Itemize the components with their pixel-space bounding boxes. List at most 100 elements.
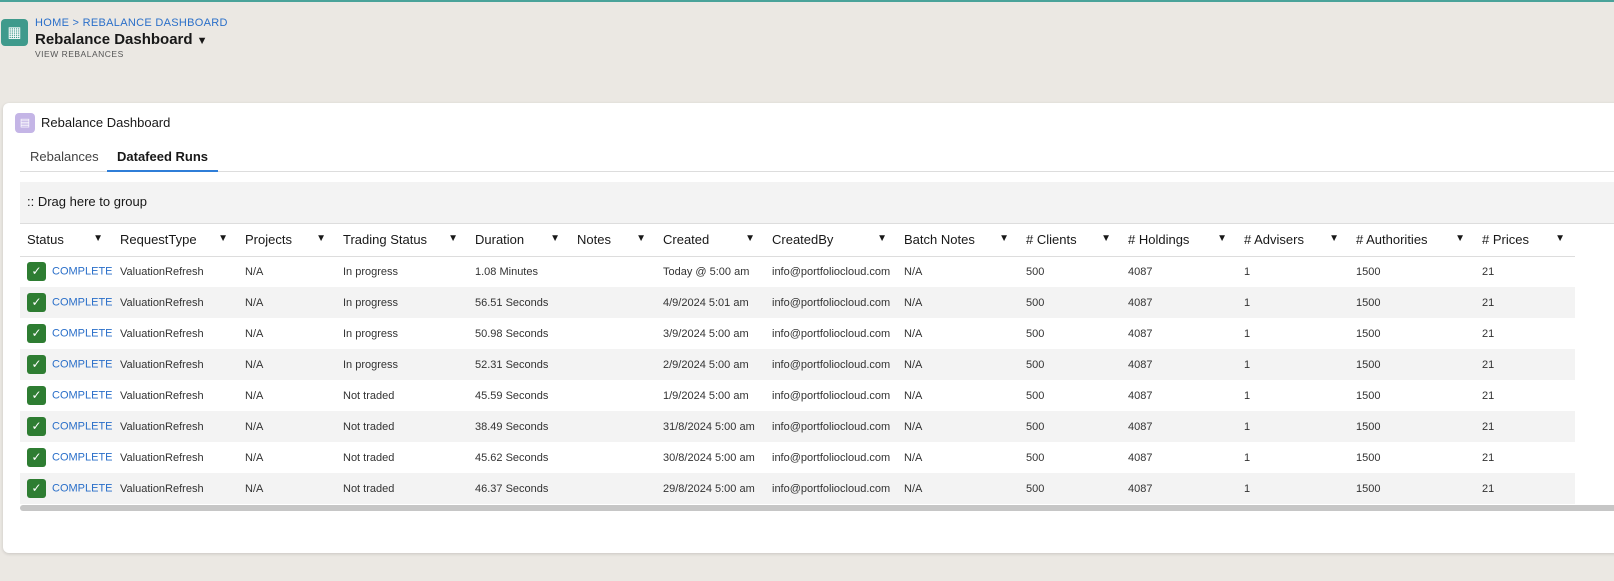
column-label: RequestType (120, 232, 197, 248)
table-cell: 4087 (1121, 473, 1237, 504)
column-header[interactable]: CreatedBy ▼ (765, 224, 897, 257)
filter-icon[interactable]: ▼ (93, 233, 103, 244)
filter-icon[interactable]: ▼ (999, 233, 1009, 244)
column-header[interactable]: Created ▼ (656, 224, 765, 257)
table-cell: info@portfoliocloud.com (765, 473, 897, 504)
table-cell: N/A (904, 389, 923, 402)
table-cell: 1500 (1356, 389, 1381, 402)
tab-bar: Rebalances Datafeed Runs (20, 143, 1614, 172)
table-cell: ✓ COMPLETE (20, 318, 113, 349)
column-label: Trading Status (343, 232, 428, 248)
column-header[interactable]: Batch Notes ▼ (897, 224, 1019, 257)
tab-rebalances[interactable]: Rebalances (30, 149, 99, 172)
table-cell: ✓ COMPLETE (20, 349, 113, 380)
column-label: Projects (245, 232, 292, 248)
filter-icon[interactable]: ▼ (550, 233, 560, 244)
table-cell: 1500 (1349, 411, 1475, 442)
status-link[interactable]: COMPLETE (52, 328, 113, 340)
table-cell (570, 318, 656, 349)
table-cell: info@portfoliocloud.com (772, 451, 891, 464)
filter-icon[interactable]: ▼ (1555, 233, 1565, 244)
breadcrumb[interactable]: HOME > REBALANCE DASHBOARD (35, 17, 228, 29)
status-link[interactable]: COMPLETE (52, 421, 113, 433)
column-header[interactable]: RequestType ▼ (113, 224, 238, 257)
table-row[interactable]: ✓ COMPLETE ValuationRefresh N/A Not traded 45… (20, 442, 1575, 473)
column-header[interactable]: # Prices ▼ (1475, 224, 1575, 257)
column-label: Notes (577, 232, 611, 248)
table-cell: info@portfoliocloud.com (765, 287, 897, 318)
table-cell: N/A (897, 473, 1019, 504)
filter-icon[interactable]: ▼ (448, 233, 458, 244)
filter-icon[interactable]: ▼ (1101, 233, 1111, 244)
column-header[interactable]: Notes ▼ (570, 224, 656, 257)
table-cell: 500 (1019, 349, 1121, 380)
check-icon: ✓ (27, 386, 46, 405)
table-cell: 500 (1026, 451, 1045, 464)
table-cell: N/A (245, 327, 264, 340)
table-cell: N/A (904, 327, 923, 340)
page-title-text: Rebalance Dashboard (35, 31, 193, 48)
status-link[interactable]: COMPLETE (52, 452, 113, 464)
column-label: Created (663, 232, 710, 248)
filter-icon[interactable]: ▼ (218, 233, 228, 244)
page-title[interactable]: Rebalance Dashboard ▼ (35, 31, 207, 48)
column-header[interactable]: Projects ▼ (238, 224, 336, 257)
status-link[interactable]: COMPLETE (52, 359, 113, 371)
column-label: CreatedBy (772, 232, 834, 248)
column-header[interactable]: Duration ▼ (468, 224, 570, 257)
table-row[interactable]: ✓ COMPLETE ValuationRefresh N/A Not traded 38… (20, 411, 1575, 442)
table-row[interactable]: ✓ COMPLETE ValuationRefresh N/A Not traded 45… (20, 380, 1575, 411)
caret-down-icon[interactable]: ▼ (197, 35, 208, 47)
filter-icon[interactable]: ▼ (1217, 233, 1227, 244)
table-cell: Not traded (343, 389, 395, 402)
table-cell: N/A (904, 265, 923, 278)
status-link[interactable]: COMPLETE (52, 297, 113, 309)
table-cell (570, 411, 656, 442)
column-label: # Advisers (1244, 232, 1304, 248)
table-cell: ✓ COMPLETE (20, 287, 113, 318)
filter-icon[interactable]: ▼ (745, 233, 755, 244)
table-cell: 1 (1237, 411, 1349, 442)
filter-icon[interactable]: ▼ (877, 233, 887, 244)
table-cell: 4087 (1128, 327, 1153, 340)
table-cell (570, 380, 656, 411)
check-icon: ✓ (27, 417, 46, 436)
table-row[interactable]: ✓ COMPLETE ValuationRefresh N/A In progress 5… (20, 318, 1575, 349)
table-row[interactable]: ✓ COMPLETE ValuationRefresh N/A Not traded 46… (20, 473, 1575, 504)
table-cell: ValuationRefresh (113, 349, 238, 380)
table-cell: ValuationRefresh (120, 265, 204, 278)
table-cell (570, 256, 656, 287)
table-cell: N/A (238, 287, 336, 318)
group-drop-zone[interactable]: :: Drag here to group (20, 182, 1614, 224)
table-row[interactable]: ✓ COMPLETE ValuationRefresh N/A In progress 5… (20, 349, 1575, 380)
filter-icon[interactable]: ▼ (636, 233, 646, 244)
column-header[interactable]: # Holdings ▼ (1121, 224, 1237, 257)
filter-icon[interactable]: ▼ (1329, 233, 1339, 244)
status-link[interactable]: COMPLETE (52, 390, 113, 402)
table-row[interactable]: ✓ COMPLETE ValuationRefresh N/A In progress 5… (20, 287, 1575, 318)
table-cell: 21 (1482, 451, 1495, 464)
filter-icon[interactable]: ▼ (1455, 233, 1465, 244)
column-header[interactable]: # Clients ▼ (1019, 224, 1121, 257)
column-header[interactable]: Trading Status ▼ (336, 224, 468, 257)
table-cell: Not traded (336, 473, 468, 504)
filter-icon[interactable]: ▼ (316, 233, 326, 244)
column-header[interactable]: # Authorities ▼ (1349, 224, 1475, 257)
building-icon: ▦ (1, 19, 28, 46)
table-cell: 21 (1482, 389, 1495, 402)
table-cell: 500 (1026, 327, 1045, 340)
status-link[interactable]: COMPLETE (52, 266, 113, 278)
table-cell: ✓ COMPLETE (20, 380, 113, 411)
table-row[interactable]: ✓ COMPLETE ValuationRefresh N/A In progress 1… (20, 256, 1575, 287)
table-cell: 21 (1475, 287, 1575, 318)
column-label: Batch Notes (904, 232, 975, 248)
table-cell: 29/8/2024 5:00 am (656, 473, 765, 504)
table-cell: 1 (1244, 265, 1251, 278)
table-cell: 21 (1482, 265, 1495, 278)
table-cell: info@portfoliocloud.com (772, 265, 891, 278)
column-header[interactable]: Status ▼ (20, 224, 113, 257)
horizontal-scrollbar[interactable] (20, 505, 1614, 511)
status-link[interactable]: COMPLETE (52, 483, 113, 495)
tab-datafeed-runs[interactable]: Datafeed Runs (107, 149, 219, 172)
column-header[interactable]: # Advisers ▼ (1237, 224, 1349, 257)
